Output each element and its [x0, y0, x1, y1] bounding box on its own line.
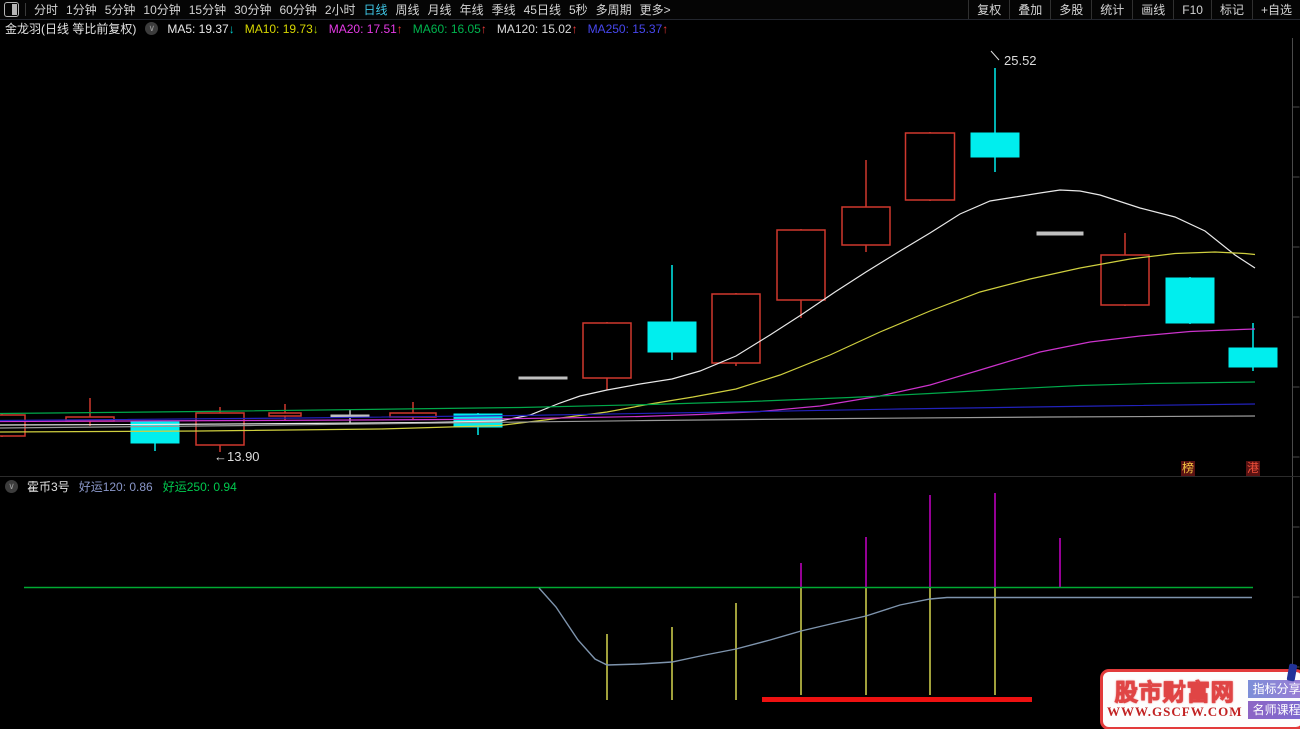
watermark-title: 股市财富网: [1114, 679, 1235, 705]
watermark-url: WWW.GSCFW.COM: [1107, 704, 1243, 719]
toolbar-button-标记[interactable]: 标记: [1210, 0, 1252, 19]
ma-line-ma250: [0, 403, 1256, 422]
candle-down: [647, 321, 697, 353]
candle-down: [970, 132, 1020, 158]
candle-up: [776, 229, 826, 301]
tab-10分钟[interactable]: 10分钟: [143, 1, 180, 18]
down-arrow-icon: ↓: [312, 21, 319, 36]
down-arrow-icon: ↓: [228, 21, 235, 36]
tab-周线[interactable]: 周线: [396, 1, 420, 18]
ma-value-label: MA250: 15.37↑: [587, 21, 669, 36]
main-chart-header: 金龙羽(日线 等比前复权) ∨ MA5: 19.37↓ MA10: 19.73↓ M…: [0, 20, 668, 37]
tab-年线[interactable]: 年线: [460, 1, 484, 18]
event-flag-港[interactable]: 港: [1246, 461, 1260, 476]
indicator-value-label: 好运250: 0.94: [162, 480, 237, 494]
up-arrow-icon: ↑: [480, 21, 487, 36]
indicator-values: 好运120: 0.86 好运250: 0.94: [79, 478, 237, 495]
tab-分时[interactable]: 分时: [34, 1, 58, 18]
tab-45日线[interactable]: 45日线: [524, 1, 561, 18]
watermark-badge: 名师课程: [1247, 701, 1300, 719]
indicator-title[interactable]: 霍币3号: [27, 478, 70, 495]
indicator-red-bar: [762, 697, 1032, 702]
tab-5秒[interactable]: 5秒: [569, 1, 588, 18]
toolbar-separator: [25, 3, 26, 16]
candle-up: [195, 412, 245, 446]
candle-down: [1228, 347, 1278, 368]
toolbar-button-复权[interactable]: 复权: [968, 0, 1009, 19]
candle-flat: [518, 376, 568, 380]
up-arrow-icon: ↑: [396, 21, 403, 36]
candle-flat: [1036, 231, 1084, 236]
toolbar-button-多股[interactable]: 多股: [1050, 0, 1091, 19]
tab-多周期[interactable]: 多周期: [596, 1, 632, 18]
chevron-down-icon[interactable]: ∨: [5, 480, 18, 493]
tab-60分钟[interactable]: 60分钟: [279, 1, 316, 18]
period-toolbar: 分时 1分钟 5分钟 10分钟 15分钟 30分钟 60分钟 2小时 日线 周线 月线 年线 季线 45日…: [0, 0, 1300, 20]
watermark-text: 股市财富网 WWW.GSCFW.COM: [1107, 679, 1243, 720]
tab-15分钟[interactable]: 15分钟: [189, 1, 226, 18]
period-tabs: 分时 1分钟 5分钟 10分钟 15分钟 30分钟 60分钟 2小时 日线 周线 月线 年线 季线 45日…: [30, 1, 675, 18]
stock-title: 金龙羽(日线 等比前复权): [5, 22, 137, 36]
ma-values: MA5: 19.37↓ MA10: 19.73↓ MA20: 17.51↑ MA60:…: [167, 22, 668, 36]
tab-30分钟[interactable]: 30分钟: [234, 1, 271, 18]
ma-line-ma120: [0, 415, 1256, 429]
price-chart-canvas[interactable]: 25.52 ←13.90: [0, 0, 1300, 729]
watermark-badge: 指标分享: [1247, 680, 1300, 698]
ma-line-ma5: [0, 189, 1256, 426]
tab-1分钟[interactable]: 1分钟: [66, 1, 97, 18]
chevron-down-icon[interactable]: ∨: [145, 22, 159, 35]
candle-down: [130, 421, 180, 444]
candle-up: [904, 132, 956, 201]
ma-value-label: MA60: 16.05↑: [412, 21, 487, 36]
toolbar-actions: 复权 叠加 多股 统计 画线 F10 标记 +自选: [968, 0, 1300, 19]
indicator-header: ∨ 霍币3号 好运120: 0.86 好运250: 0.94: [0, 478, 237, 495]
panel-toggle-icon[interactable]: [4, 2, 19, 17]
ma-value-label: MA10: 19.73↓: [244, 21, 319, 36]
watermark-badges: 指标分享 名师课程: [1247, 680, 1300, 719]
candle-up: [711, 293, 761, 364]
tab-季线[interactable]: 季线: [492, 1, 516, 18]
ma-value-label: MA120: 15.02↑: [496, 21, 578, 36]
candle-down: [1165, 277, 1215, 324]
ma-value-label: MA5: 19.37↓: [167, 21, 235, 36]
panel-divider: [0, 476, 1300, 477]
toolbar-button-叠加[interactable]: 叠加: [1009, 0, 1050, 19]
toolbar-button-统计[interactable]: 统计: [1091, 0, 1132, 19]
tab-2小时[interactable]: 2小时: [325, 1, 356, 18]
toolbar-button-F10[interactable]: F10: [1173, 0, 1211, 19]
tab-月线[interactable]: 月线: [428, 1, 452, 18]
high-annotation-pointer: [990, 50, 1000, 61]
candle-up: [841, 206, 891, 246]
candle-up: [582, 322, 632, 379]
watermark-box: 股市财富网 WWW.GSCFW.COM 指标分享 名师课程: [1100, 669, 1300, 729]
trading-app-window: 分时 1分钟 5分钟 10分钟 15分钟 30分钟 60分钟 2小时 日线 周线 月线 年线 季线 45日…: [0, 0, 1300, 729]
low-price-annotation: ←13.90: [214, 449, 260, 464]
toolbar-button-画线[interactable]: 画线: [1132, 0, 1173, 19]
tab-5分钟[interactable]: 5分钟: [105, 1, 136, 18]
toolbar-button-+自选[interactable]: +自选: [1251, 0, 1300, 19]
high-price-annotation: 25.52: [1004, 53, 1037, 68]
up-arrow-icon: ↑: [571, 21, 578, 36]
up-arrow-icon: ↑: [662, 21, 669, 36]
tab-更多>[interactable]: 更多>: [640, 1, 671, 18]
tab-日线[interactable]: 日线: [364, 1, 388, 18]
event-flag-榜[interactable]: 榜: [1181, 461, 1195, 476]
indicator-value-label: 好运120: 0.86: [78, 480, 153, 494]
indicator-blue-line: [538, 587, 1252, 666]
ma-value-label: MA20: 17.51↑: [328, 21, 403, 36]
candle-up: [268, 412, 302, 417]
